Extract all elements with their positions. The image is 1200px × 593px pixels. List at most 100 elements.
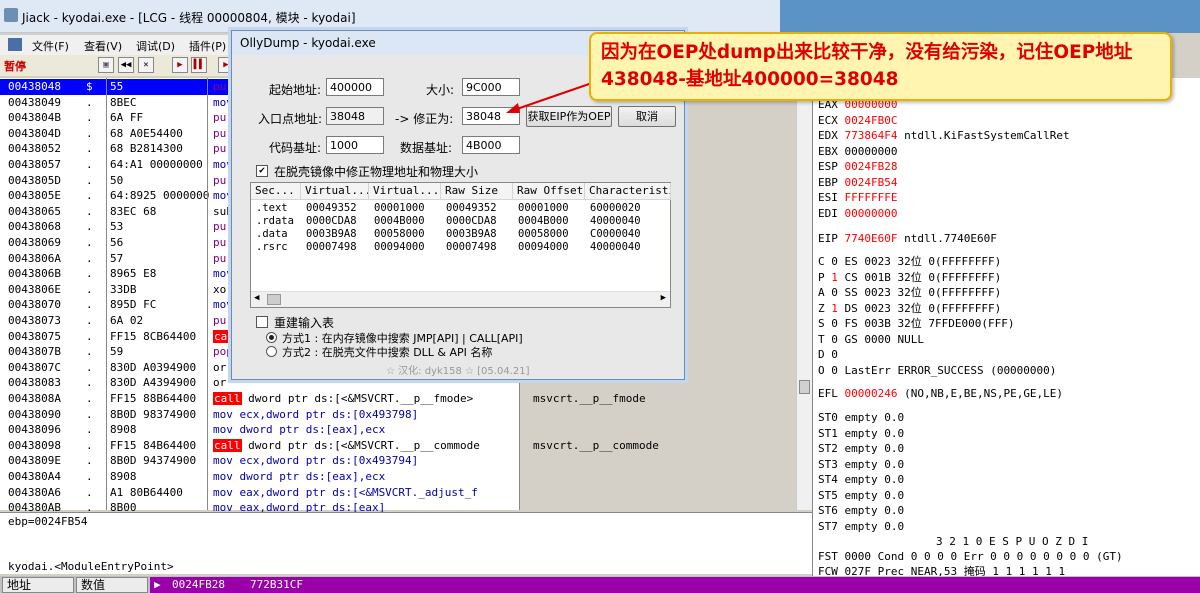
disasm-address: 0043809E [8, 454, 61, 468]
disasm-hex: 59 [110, 345, 124, 359]
dump-col-value[interactable]: 数值 [76, 577, 148, 593]
table-header[interactable]: Raw Offset [513, 183, 585, 200]
register-edx[interactable]: EDX 773864F4 ntdll.KiFastSystemCallRet [818, 128, 1070, 143]
table-header[interactable]: Sec... [251, 183, 301, 200]
menu-file[interactable]: 文件(F) [32, 38, 69, 54]
table-cell[interactable]: 00007498 [306, 241, 357, 253]
fpu-register[interactable]: ST6 empty 0.0 [818, 503, 904, 518]
register-edi[interactable]: EDI 00000000 [818, 206, 897, 221]
table-cell[interactable]: C0000040 [590, 228, 641, 240]
scroll-left-icon[interactable]: ◀ [254, 293, 259, 303]
table-cell[interactable]: 00007498 [446, 241, 497, 253]
cpu-scrollbar[interactable] [796, 78, 812, 510]
disasm-row[interactable]: 004380A4. 8908 mov dword ptr ds:[eax],ecx [0, 469, 520, 485]
table-cell[interactable]: 40000040 [590, 241, 641, 253]
table-cell[interactable]: 00001000 [518, 202, 569, 214]
table-cell[interactable]: .rsrc [256, 241, 288, 253]
fpu-register[interactable]: ST1 empty 0.0 [818, 426, 904, 441]
disasm-row[interactable]: 00438096. 8908 mov dword ptr ds:[eax],ecx [0, 422, 520, 438]
fpu-register[interactable]: ST2 empty 0.0 [818, 441, 904, 456]
table-cell[interactable]: 40000040 [590, 215, 641, 227]
flag-row[interactable]: T 0 GS 0000 NULL [818, 332, 924, 347]
disasm-hex: 53 [110, 220, 124, 234]
register-esi[interactable]: ESI FFFFFFFE [818, 190, 897, 205]
flag-row[interactable]: A 0 SS 0023 32位 0(FFFFFFFF) [818, 285, 1001, 300]
hscroll-thumb[interactable] [267, 294, 281, 305]
register-esp[interactable]: ESP 0024FB28 [818, 159, 897, 174]
table-cell[interactable]: 0004B000 [374, 215, 425, 227]
table-cell[interactable]: 00094000 [374, 241, 425, 253]
table-cell[interactable]: 60000020 [590, 202, 641, 214]
table-cell[interactable]: 0003B9A8 [306, 228, 357, 240]
open-icon[interactable]: ▣ [98, 57, 114, 73]
code-base-input[interactable]: 1000 [326, 136, 384, 154]
table-cell[interactable]: .data [256, 228, 288, 240]
menu-view[interactable]: 查看(V) [84, 38, 122, 54]
data-base-input[interactable]: 4B000 [462, 136, 520, 154]
flag-row[interactable]: D 0 [818, 347, 838, 362]
efl-register[interactable]: EFL 00000246 (NO,NB,E,BE,NS,PE,GE,LE) [818, 386, 1063, 401]
flag-row[interactable]: S 0 FS 003B 32位 7FFDE000(FFF) [818, 316, 1014, 331]
table-cell[interactable]: 00058000 [518, 228, 569, 240]
disasm-marker: . [86, 423, 93, 437]
start-addr-input[interactable]: 400000 [326, 78, 384, 96]
table-cell[interactable]: 00049352 [446, 202, 497, 214]
fst-register[interactable]: FST 0000 Cond 0 0 0 0 Err 0 0 0 0 0 0 0 … [818, 549, 1123, 564]
disasm-row[interactable]: 004380A6. A1 80B64400 mov eax,dword ptr ds… [0, 485, 520, 501]
table-hscrollbar[interactable]: ◀ ▶ [251, 291, 670, 307]
disasm-row[interactable]: 00438098. FF15 84B64400 call dword ptr ds:… [0, 438, 659, 454]
table-header[interactable]: Raw Size [441, 183, 513, 200]
disasm-row[interactable]: 00438090. 8B0D 98374900 mov ecx,dword ptr … [0, 407, 520, 423]
flag-row[interactable]: Z 1 DS 0023 32位 0(FFFFFFFF) [818, 301, 1001, 316]
flag-row[interactable]: P 1 CS 001B 32位 0(FFFFFFFF) [818, 270, 1001, 285]
fix-raw-checkbox[interactable]: ✔ [256, 165, 268, 177]
disasm-row[interactable]: 0043808A. FF15 88B64400 call dword ptr ds:… [0, 391, 646, 407]
scroll-right-icon[interactable]: ▶ [661, 293, 666, 303]
table-header[interactable]: Characteristi [585, 183, 671, 200]
dump-col-address[interactable]: 地址 [2, 577, 74, 593]
register-eip[interactable]: EIP 7740E60F ntdll.7740E60F [818, 231, 997, 246]
register-ebx[interactable]: EBX 00000000 [818, 144, 897, 159]
fpu-register[interactable]: ST5 empty 0.0 [818, 488, 904, 503]
disasm-marker: . [86, 126, 93, 140]
run-icon[interactable]: ▶ [172, 57, 188, 73]
rebuild-iat-checkbox[interactable] [256, 316, 268, 328]
fpu-register[interactable]: ST3 empty 0.0 [818, 457, 904, 472]
table-header[interactable]: Virtual... [301, 183, 369, 200]
registers-pane[interactable]: EAX 00000000 ECX 0024FB0C EDX 773864F4 ntd… [812, 78, 1200, 578]
table-cell[interactable]: 0000CDA8 [446, 215, 497, 227]
fpu-register[interactable]: ST4 empty 0.0 [818, 472, 904, 487]
table-cell[interactable]: 0003B9A8 [446, 228, 497, 240]
dump-selected-row[interactable]: ▶ 0024FB28 772B31CF [150, 577, 1200, 593]
rewind-icon[interactable]: ◀◀ [118, 57, 134, 73]
register-ebp[interactable]: EBP 0024FB54 [818, 175, 897, 190]
register-ecx[interactable]: ECX 0024FB0C [818, 113, 897, 128]
table-cell[interactable]: 00001000 [374, 202, 425, 214]
method2-radio[interactable] [266, 346, 277, 357]
table-cell[interactable]: 0004B000 [518, 215, 569, 227]
table-cell[interactable]: 00058000 [374, 228, 425, 240]
flag-row[interactable]: O 0 LastErr ERROR_SUCCESS (00000000) [818, 363, 1056, 378]
method1-radio[interactable] [266, 332, 277, 343]
table-cell[interactable]: 00094000 [518, 241, 569, 253]
flag-row[interactable]: C 0 ES 0023 32位 0(FFFFFFFF) [818, 254, 1001, 269]
table-cell[interactable]: .rdata [256, 215, 294, 227]
fpu-register[interactable]: ST7 empty 0.0 [818, 519, 904, 534]
table-cell[interactable]: 0000CDA8 [306, 215, 357, 227]
menu-plugin[interactable]: 插件(P) [189, 38, 226, 54]
menu-debug[interactable]: 调试(D) [136, 38, 175, 54]
disasm-row[interactable]: 0043809E. 8B0D 94374900 mov ecx,dword ptr … [0, 453, 520, 469]
scroll-thumb[interactable] [799, 380, 810, 394]
disasm-address: 00438075 [8, 329, 61, 343]
table-cell[interactable]: .text [256, 202, 288, 214]
section-table[interactable]: ◀ ▶ Sec... Virtual... Virtual... Raw Size Ra… [250, 182, 671, 308]
fpu-register[interactable]: ST0 empty 0.0 [818, 410, 904, 425]
disasm-hex: 83EC 68 [110, 204, 157, 218]
cancel-button[interactable]: 取消 [618, 106, 676, 127]
table-cell[interactable]: 00049352 [306, 202, 357, 214]
fpu-header[interactable]: 3 2 1 0 E S P U O Z D I [818, 534, 1088, 549]
pause-icon[interactable]: ▌▌ [191, 57, 207, 73]
fix-raw-label: 在脱壳镜像中修正物理地址和物理大小 [274, 165, 479, 179]
table-header[interactable]: Virtual... [369, 183, 441, 200]
close-icon[interactable]: ✕ [138, 57, 154, 73]
